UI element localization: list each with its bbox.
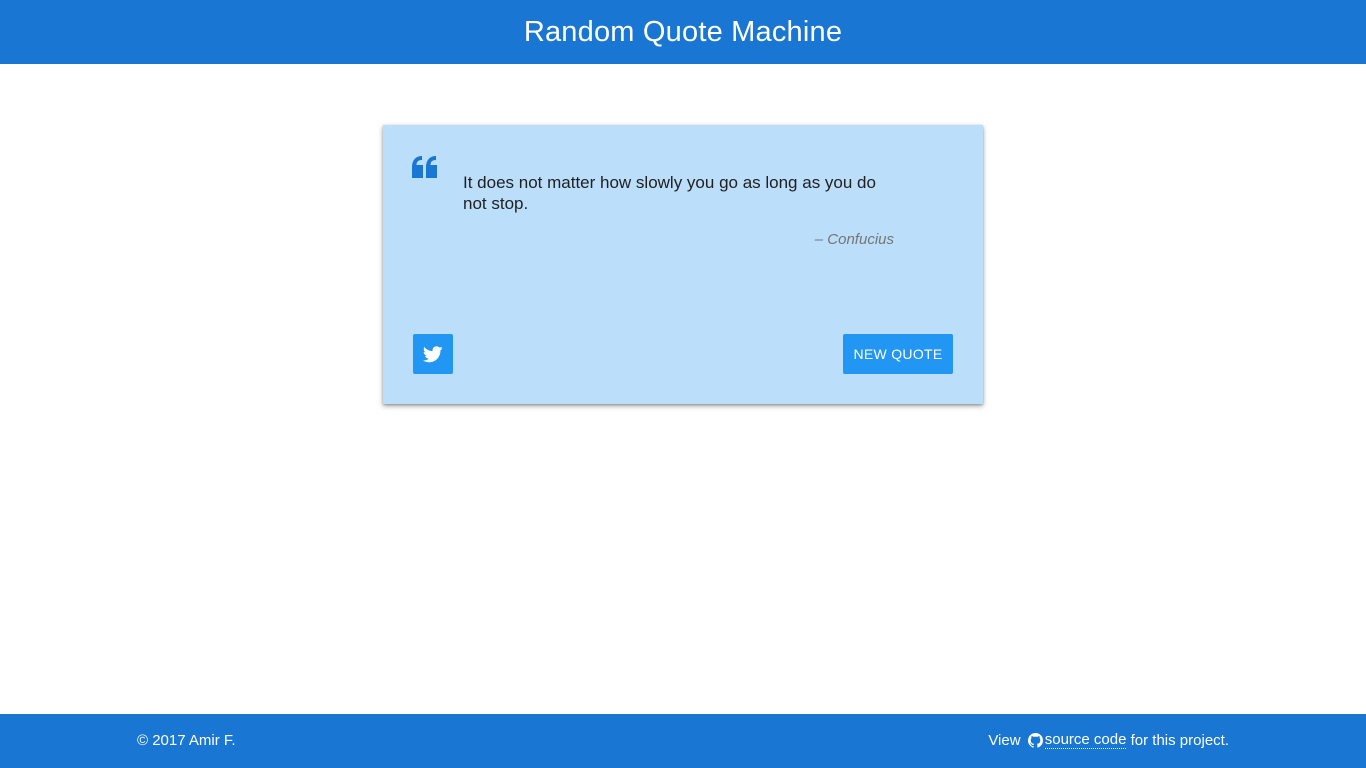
quote-card: It does not matter how slowly you go as … [383,125,983,404]
quote-text: It does not matter how slowly you go as … [463,173,876,213]
source-credit: View source code for this project. [988,732,1229,749]
twitter-icon [423,345,443,363]
source-code-link[interactable]: source code [1044,732,1127,749]
new-quote-button[interactable]: NEW QUOTE [843,334,953,374]
tweet-button[interactable] [413,334,453,374]
view-prefix-text: View [988,732,1025,749]
copyright-text: © 2017 Amir F. [137,732,236,749]
quote-left-icon [412,156,438,178]
app-header: Random Quote Machine [0,0,1366,64]
footer: © 2017 Amir F. View source code for this… [0,714,1366,768]
quote-author: – Confucius [814,231,894,248]
github-icon [1027,733,1043,748]
view-suffix-text: for this project. [1126,732,1229,749]
page-title: Random Quote Machine [523,15,843,48]
